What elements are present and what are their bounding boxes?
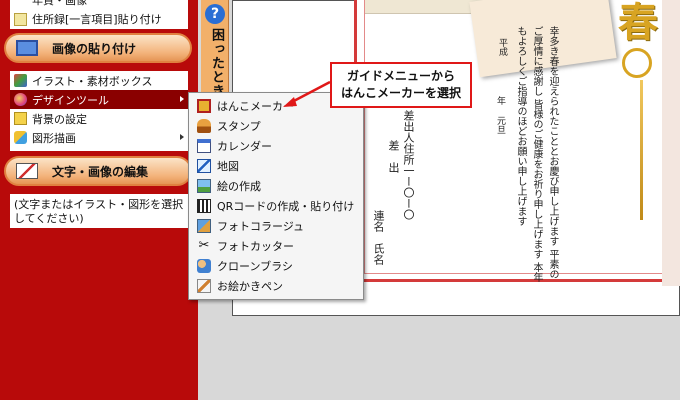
shapes-icon — [14, 131, 27, 144]
sidebar-item-nenga-image[interactable]: 年賀・画像 — [10, 0, 188, 9]
submenu-item-photo-cutter[interactable]: ✂ フォトカッター — [189, 236, 363, 256]
sidebar-item-label: 図形描画 — [32, 131, 76, 145]
submenu-item-stamp[interactable]: スタンプ — [189, 116, 363, 136]
background-icon — [14, 112, 27, 125]
callout-line-2: はんこメーカーを選択 — [340, 86, 461, 100]
scissors-icon: ✂ — [198, 238, 210, 253]
submenu-item-photo-collage[interactable]: フォトコラージュ — [189, 216, 363, 236]
edit-note-panel: (文字またはイラスト・図形を選択してください) — [10, 194, 188, 228]
submenu-item-label: 地図 — [217, 160, 239, 173]
address-book-icon — [14, 12, 27, 26]
section-label: 文字・画像の編集 — [52, 164, 149, 179]
submenu-item-label: スタンプ — [217, 120, 261, 133]
seal-maker-icon — [197, 99, 211, 113]
callout-line-1: ガイドメニューから — [346, 69, 455, 83]
sidebar-item-label: 背景の設定 — [32, 112, 87, 126]
calendar-icon — [197, 139, 211, 153]
submenu-item-label: フォトカッター — [217, 240, 294, 253]
gold-ornament-icon — [622, 48, 652, 78]
submenu-item-qr-code[interactable]: QRコードの作成・貼り付け — [189, 196, 363, 216]
submenu-item-label: お絵かきペン — [217, 280, 283, 293]
sender-address[interactable]: 差出人住所一ー〇ー〇 — [400, 110, 416, 220]
submenu-item-drawing-pen[interactable]: お絵かきペン — [189, 276, 363, 296]
sidebar-item-shape-draw[interactable]: 図形描画 — [10, 128, 188, 147]
design-tool-submenu: はんこメーカー スタンプ カレンダー 地図 絵の作成 QRコードの作成・貼り付け… — [188, 92, 364, 300]
sender-label[interactable]: 差 出 — [385, 140, 401, 173]
submenu-item-clone-brush[interactable]: クローンブラシ — [189, 256, 363, 276]
submenu-item-label: 絵の作成 — [217, 180, 261, 193]
guide-callout: ガイドメニューから はんこメーカーを選択 — [330, 62, 472, 108]
greeting-text[interactable]: 幸多き春を迎えられたこととお慶び申し上げます 平素のご厚情に感謝し 皆様のご健康… — [512, 26, 560, 286]
sender-names[interactable]: 連名 氏名 — [370, 210, 386, 265]
chevron-right-icon — [180, 96, 184, 102]
sidebar-item-address-paste[interactable]: 住所録[一言項目]貼り付け — [10, 9, 188, 29]
submenu-item-map[interactable]: 地図 — [189, 156, 363, 176]
submenu-item-label: クローンブラシ — [217, 260, 293, 273]
pen-icon — [197, 279, 211, 293]
submenu-item-label: フォトコラージュ — [217, 220, 305, 233]
sidebar-item-design-tool[interactable]: デザインツール — [10, 90, 188, 109]
sidebar-item-illust-box[interactable]: イラスト・素材ボックス — [10, 71, 188, 90]
help-tab-label: 困ったとき — [209, 28, 224, 98]
palette-icon — [14, 93, 27, 106]
chevron-right-icon — [180, 134, 184, 140]
sidebar-item-background[interactable]: 背景の設定 — [10, 109, 188, 128]
picture-icon — [197, 179, 211, 193]
postcard-edge — [662, 0, 680, 286]
sidebar-item-label: 年賀・画像 — [32, 0, 87, 7]
edit-note: (文字またはイラスト・図形を選択してください) — [14, 198, 184, 225]
date-year[interactable]: 年 — [494, 96, 507, 105]
gold-ribbon — [640, 80, 643, 220]
qr-code-icon — [197, 199, 211, 213]
submenu-item-label: QRコードの作成・貼り付け — [217, 200, 355, 213]
photo-collage-icon — [197, 219, 211, 233]
image-menu-list: イラスト・素材ボックス デザインツール 背景の設定 図形描画 — [10, 71, 188, 151]
monitor-icon — [16, 40, 38, 56]
submenu-item-picture[interactable]: 絵の作成 — [189, 176, 363, 196]
map-icon — [197, 159, 211, 173]
image-paste-section-button[interactable]: 画像の貼り付け — [4, 33, 192, 63]
sidebar-item-label: 住所録[一言項目]貼り付け — [32, 13, 162, 26]
submenu-item-calendar[interactable]: カレンダー — [189, 136, 363, 156]
sidebar-item-label: イラスト・素材ボックス — [32, 74, 153, 88]
cube-icon — [14, 74, 27, 87]
date-era[interactable]: 平成 — [496, 38, 509, 56]
date-gantan[interactable]: 元旦 — [494, 116, 507, 134]
text-image-edit-section-button[interactable]: 文字・画像の編集 — [4, 156, 192, 186]
stamp-icon — [197, 119, 211, 133]
edit-chart-icon — [16, 163, 38, 179]
clone-brush-icon — [197, 259, 211, 273]
question-icon: ? — [205, 4, 225, 24]
sidebar-item-label: デザインツール — [32, 93, 109, 107]
submenu-item-label: はんこメーカー — [217, 100, 294, 113]
section-label: 画像の貼り付け — [52, 41, 137, 56]
submenu-item-label: カレンダー — [217, 140, 272, 153]
